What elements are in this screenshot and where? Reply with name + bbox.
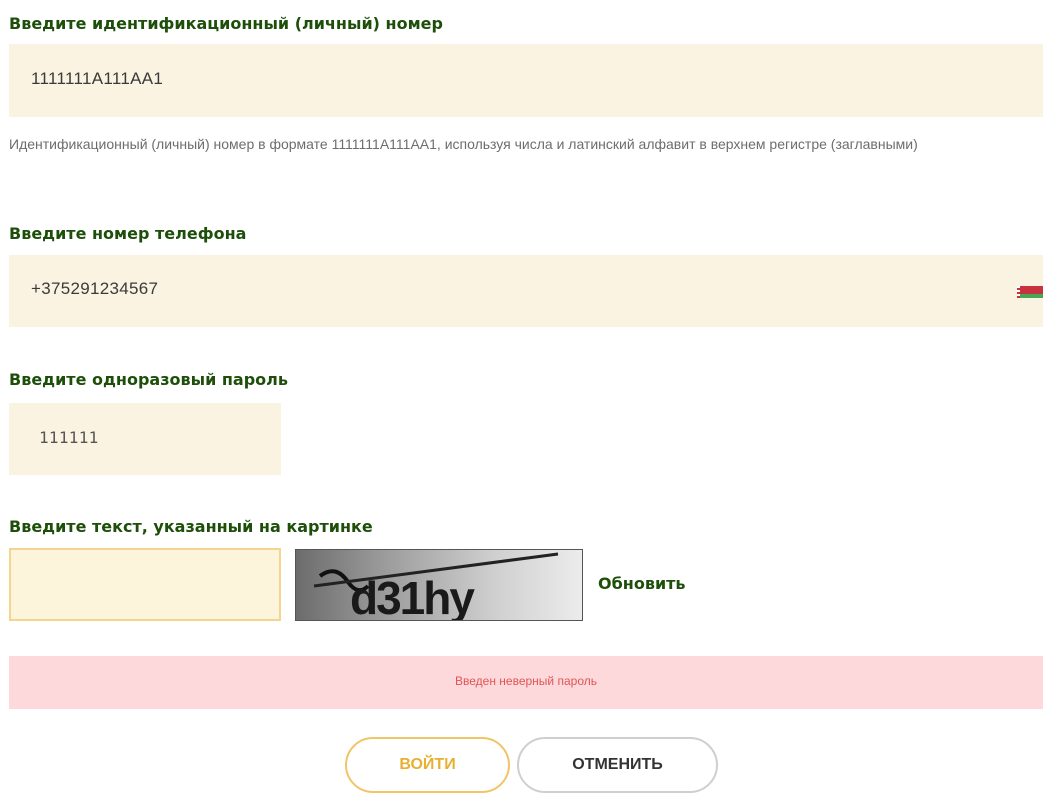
error-message: Введен неверный пароль — [455, 674, 597, 688]
error-banner: Введен неверный пароль — [9, 656, 1043, 709]
captcha-text: d31hy — [350, 572, 475, 621]
phone-value: +375291234567 — [31, 279, 159, 298]
phone-label: Введите номер телефона — [9, 224, 247, 243]
id-number-hint: Идентификационный (личный) номер в форма… — [9, 136, 918, 152]
captcha-refresh-link[interactable]: Обновить — [598, 574, 686, 593]
id-number-label: Введите идентификационный (личный) номер — [9, 14, 443, 33]
otp-field[interactable]: 111111 — [9, 403, 281, 475]
captcha-label: Введите текст, указанный на картинке — [9, 517, 373, 536]
captcha-input[interactable] — [9, 548, 281, 621]
captcha-svg: d31hy — [313, 552, 559, 621]
belarus-flag-icon — [1017, 286, 1043, 298]
captcha-image: d31hy — [295, 549, 583, 621]
id-number-field[interactable]: 1111111A111AA1 — [9, 44, 1043, 117]
phone-field[interactable]: +375291234567 — [9, 255, 1043, 327]
login-button[interactable]: ВОЙТИ — [345, 737, 510, 793]
otp-value: 111111 — [39, 428, 99, 447]
otp-label: Введите одноразовый пароль — [9, 370, 289, 389]
cancel-button[interactable]: ОТМЕНИТЬ — [517, 737, 718, 793]
id-number-value: 1111111A111AA1 — [31, 69, 164, 88]
